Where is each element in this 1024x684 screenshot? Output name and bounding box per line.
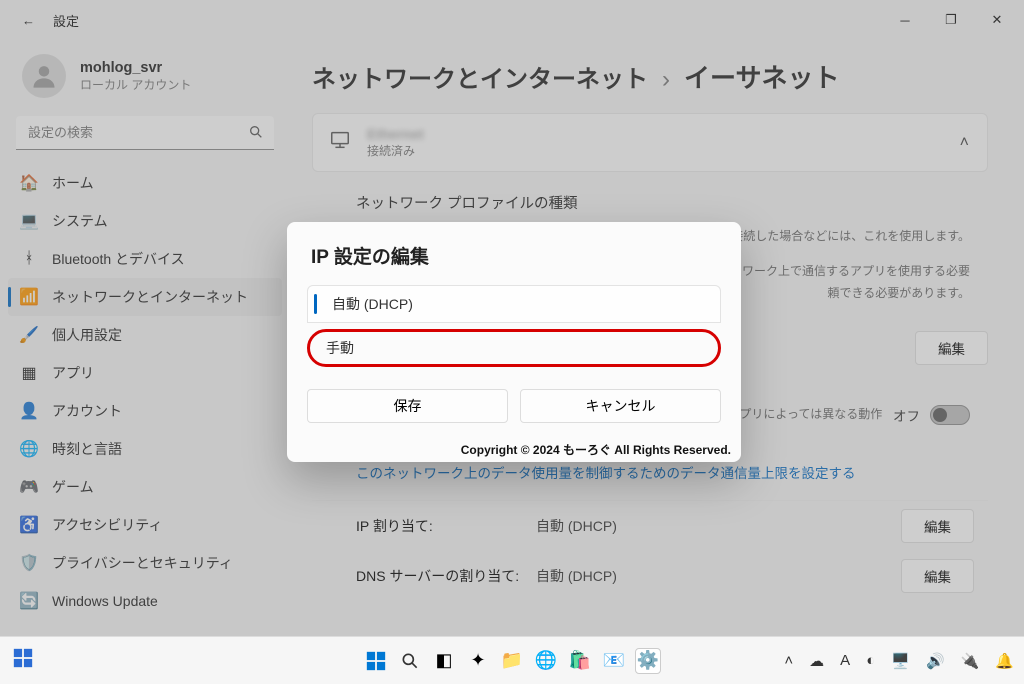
ip-mode-option-auto[interactable]: 自動 (DHCP) xyxy=(307,285,721,323)
tray-chevron-icon[interactable]: ˄ xyxy=(784,652,793,669)
task-view-icon[interactable]: ◧ xyxy=(431,648,457,674)
outlook-icon[interactable]: 📧 xyxy=(601,648,627,674)
start-icon[interactable] xyxy=(363,648,389,674)
tray-volume-icon[interactable]: 🔊 xyxy=(926,652,945,670)
taskbar-search-icon[interactable] xyxy=(397,648,423,674)
copyright: Copyright © 2024 もーろぐ All Rights Reserve… xyxy=(287,441,741,462)
taskbar: ◧ ✦ 📁 🌐 🛍️ 📧 ⚙️ ˄ ☁ A ◐ 🖥️ 🔊 🔌 🔔 xyxy=(0,636,1024,684)
explorer-icon[interactable]: 📁 xyxy=(499,648,525,674)
store-icon[interactable]: 🛍️ xyxy=(567,648,593,674)
ip-mode-option-manual[interactable]: 手動 xyxy=(307,329,721,367)
tray-onedrive-icon[interactable]: ☁ xyxy=(809,652,824,670)
ime-indicator[interactable]: A xyxy=(840,652,850,669)
tray-battery-icon[interactable]: 🔌 xyxy=(961,652,980,670)
widgets-icon[interactable] xyxy=(12,647,34,674)
dialog-title: IP 設定の編集 xyxy=(287,222,741,285)
tray-clock-icon[interactable]: ◐ xyxy=(866,652,875,669)
settings-icon[interactable]: ⚙️ xyxy=(635,648,661,674)
copilot-icon[interactable]: ✦ xyxy=(465,648,491,674)
tray-network-icon[interactable]: 🖥️ xyxy=(891,652,910,670)
ip-settings-dialog: IP 設定の編集 自動 (DHCP) 手動 保存 キャンセル Copyright… xyxy=(287,222,741,462)
dialog-cancel-button[interactable]: キャンセル xyxy=(520,389,721,423)
tray-notifications-icon[interactable]: 🔔 xyxy=(995,652,1014,670)
dialog-save-button[interactable]: 保存 xyxy=(307,389,508,423)
edge-icon[interactable]: 🌐 xyxy=(533,648,559,674)
